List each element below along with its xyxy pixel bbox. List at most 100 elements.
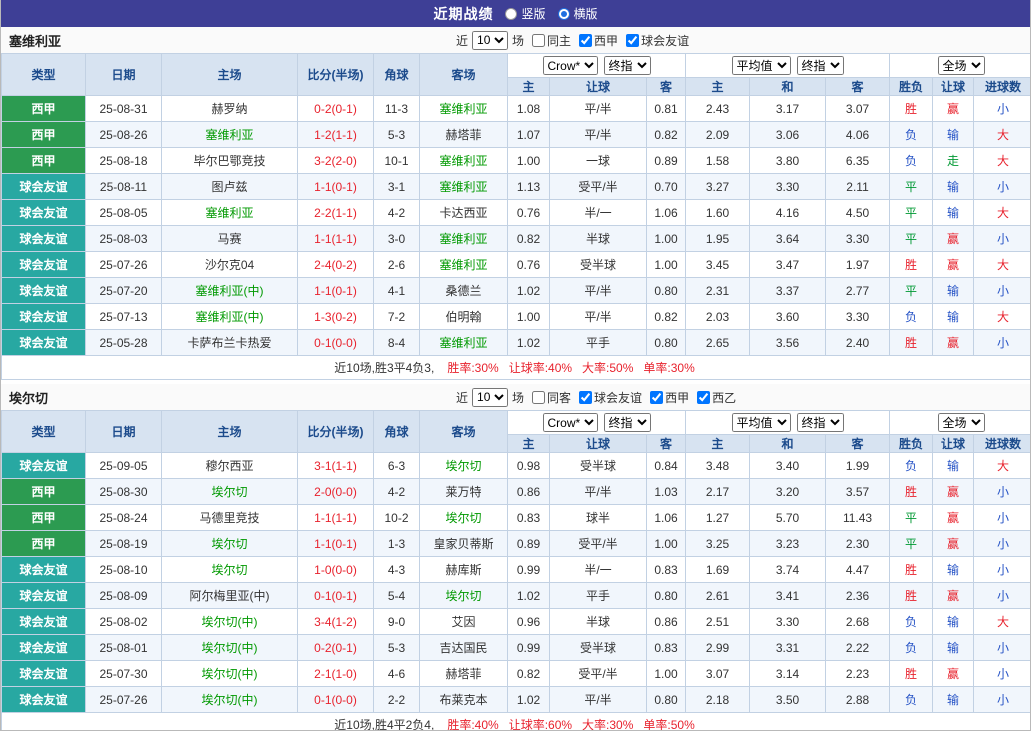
home-team-cell[interactable]: 塞维利亚 <box>162 200 298 226</box>
avg-odds-cell: 3.30 <box>750 609 826 635</box>
away-team-cell[interactable]: 莱万特 <box>420 479 508 505</box>
odds-cell: 0.81 <box>647 96 686 122</box>
away-team-cell[interactable]: 布莱克本 <box>420 687 508 713</box>
home-team-cell[interactable]: 马德里竞技 <box>162 505 298 531</box>
handicap-result-cell: 输 <box>933 278 974 304</box>
filter-checkbox[interactable]: 球会友谊 <box>579 389 642 406</box>
home-team-cell[interactable]: 毕尔巴鄂竞技 <box>162 148 298 174</box>
date-cell: 25-08-24 <box>86 505 162 531</box>
near-count-select[interactable]: 10 <box>472 388 508 407</box>
filter-checkbox[interactable]: 同客 <box>532 389 571 406</box>
away-team-cell[interactable]: 埃尔切 <box>420 453 508 479</box>
result-cell: 胜 <box>890 330 933 356</box>
away-team-cell[interactable]: 塞维利亚 <box>420 226 508 252</box>
handicap-result-cell: 赢 <box>933 661 974 687</box>
odds-source-select[interactable]: 平均值 <box>732 56 791 75</box>
away-team-cell[interactable]: 塞维利亚 <box>420 330 508 356</box>
score-cell: 1-1(1-1) <box>298 505 374 531</box>
odds-source-select[interactable]: 终指 <box>604 56 651 75</box>
away-team-cell[interactable]: 卡达西亚 <box>420 200 508 226</box>
avg-odds-cell: 3.17 <box>750 96 826 122</box>
away-team-cell[interactable]: 桑德兰 <box>420 278 508 304</box>
odds-cell: 0.98 <box>508 453 550 479</box>
home-team-cell[interactable]: 埃尔切(中) <box>162 661 298 687</box>
date-cell: 25-07-30 <box>86 661 162 687</box>
sub-column-header: 让球 <box>550 78 647 96</box>
away-team-cell[interactable]: 吉达国民 <box>420 635 508 661</box>
home-team-cell[interactable]: 埃尔切(中) <box>162 635 298 661</box>
home-team-cell[interactable]: 穆尔西亚 <box>162 453 298 479</box>
away-team-cell[interactable]: 埃尔切 <box>420 505 508 531</box>
summary-stat: 单率:50% <box>643 718 694 731</box>
odds-cell: 0.80 <box>647 687 686 713</box>
checkbox-input[interactable] <box>579 391 592 404</box>
away-team-cell[interactable]: 赫塔菲 <box>420 122 508 148</box>
odds-cell: 0.99 <box>508 635 550 661</box>
odds-cell: 0.76 <box>508 252 550 278</box>
away-team-cell[interactable]: 塞维利亚 <box>420 252 508 278</box>
corner-cell: 8-4 <box>374 330 420 356</box>
checkbox-input[interactable] <box>650 391 663 404</box>
filter-checkbox[interactable]: 同主 <box>532 32 571 49</box>
away-team-cell[interactable]: 赫库斯 <box>420 557 508 583</box>
home-team-cell[interactable]: 塞维利亚(中) <box>162 304 298 330</box>
odds-source-select[interactable]: 全场 <box>938 413 985 432</box>
checkbox-input[interactable] <box>532 34 545 47</box>
odds-source-select[interactable]: 全场 <box>938 56 985 75</box>
home-team-cell[interactable]: 沙尔克04 <box>162 252 298 278</box>
home-team-cell[interactable]: 埃尔切 <box>162 531 298 557</box>
layout-radio-vertical[interactable]: 竖版 <box>505 5 545 22</box>
league-cell: 球会友谊 <box>2 278 86 304</box>
home-team-cell[interactable]: 卡萨布兰卡热爱 <box>162 330 298 356</box>
filter-checkbox[interactable]: 球会友谊 <box>626 32 689 49</box>
odds-source-select[interactable]: Crow* <box>543 413 598 432</box>
corner-cell: 4-3 <box>374 557 420 583</box>
checkbox-input[interactable] <box>626 34 639 47</box>
match-row: 西甲25-08-31赫罗纳0-2(0-1)11-3塞维利亚1.08平/半0.81… <box>2 96 1031 122</box>
home-team-cell[interactable]: 埃尔切 <box>162 479 298 505</box>
checkbox-input[interactable] <box>532 391 545 404</box>
corner-cell: 6-3 <box>374 453 420 479</box>
odds-source-select[interactable]: 终指 <box>797 56 844 75</box>
match-row: 球会友谊25-08-03马赛1-1(1-1)3-0塞维利亚0.82半球1.001… <box>2 226 1031 252</box>
odds-cell: 0.76 <box>508 200 550 226</box>
topbar: 近期战绩 竖版 横版 <box>1 0 1030 27</box>
away-team-cell[interactable]: 伯明翰 <box>420 304 508 330</box>
odds-source-select[interactable]: 平均值 <box>732 413 791 432</box>
home-team-cell[interactable]: 马赛 <box>162 226 298 252</box>
avg-odds-cell: 3.50 <box>750 687 826 713</box>
score-cell: 0-1(0-1) <box>298 583 374 609</box>
score-cell: 2-0(0-0) <box>298 479 374 505</box>
away-team-cell[interactable]: 塞维利亚 <box>420 148 508 174</box>
home-team-cell[interactable]: 塞维利亚(中) <box>162 278 298 304</box>
avg-odds-cell: 2.99 <box>686 635 750 661</box>
odds-cell: 平/半 <box>550 479 647 505</box>
odds-cell: 平/半 <box>550 304 647 330</box>
checkbox-input[interactable] <box>579 34 592 47</box>
away-team-cell[interactable]: 塞维利亚 <box>420 174 508 200</box>
away-team-cell[interactable]: 赫塔菲 <box>420 661 508 687</box>
away-team-cell[interactable]: 艾因 <box>420 609 508 635</box>
home-team-cell[interactable]: 图卢兹 <box>162 174 298 200</box>
filter-checkbox[interactable]: 西乙 <box>697 389 736 406</box>
filter-checkbox[interactable]: 西甲 <box>579 32 618 49</box>
home-team-cell[interactable]: 塞维利亚 <box>162 122 298 148</box>
checkbox-input[interactable] <box>697 391 710 404</box>
layout-radio-horizontal[interactable]: 横版 <box>558 5 598 22</box>
away-team-cell[interactable]: 塞维利亚 <box>420 96 508 122</box>
odds-source-select[interactable]: 终指 <box>797 413 844 432</box>
odds-source-select[interactable]: 终指 <box>604 413 651 432</box>
odds-source-select[interactable]: Crow* <box>543 56 598 75</box>
home-team-cell[interactable]: 赫罗纳 <box>162 96 298 122</box>
away-team-cell[interactable]: 皇家贝蒂斯 <box>420 531 508 557</box>
home-team-cell[interactable]: 埃尔切(中) <box>162 687 298 713</box>
date-cell: 25-08-31 <box>86 96 162 122</box>
away-team-cell[interactable]: 埃尔切 <box>420 583 508 609</box>
goals-result-cell: 小 <box>974 330 1031 356</box>
section-header: 塞维利亚近10场同主西甲球会友谊 <box>1 27 1030 53</box>
home-team-cell[interactable]: 埃尔切 <box>162 557 298 583</box>
near-count-select[interactable]: 10 <box>472 31 508 50</box>
home-team-cell[interactable]: 埃尔切(中) <box>162 609 298 635</box>
home-team-cell[interactable]: 阿尔梅里亚(中) <box>162 583 298 609</box>
filter-checkbox[interactable]: 西甲 <box>650 389 689 406</box>
